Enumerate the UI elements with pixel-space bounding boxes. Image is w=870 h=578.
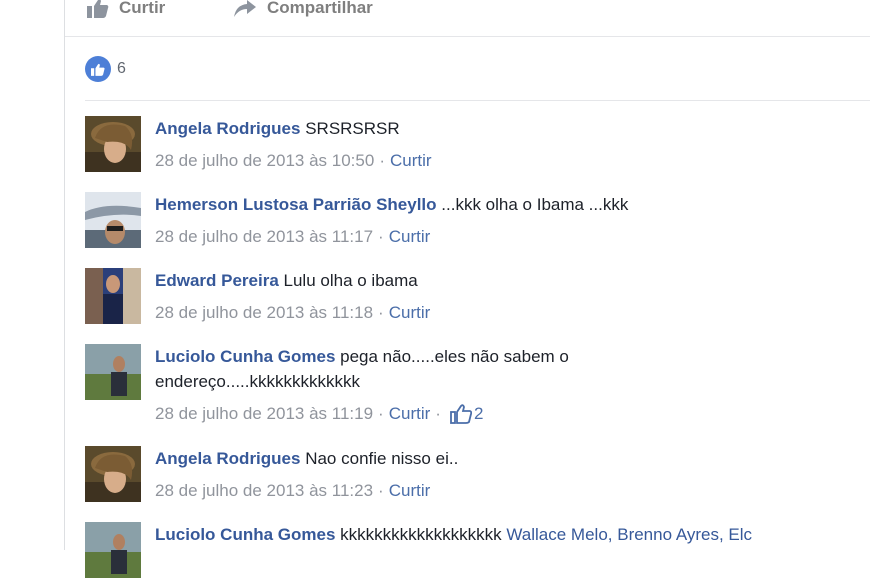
comment-like-link[interactable]: Curtir (389, 478, 431, 503)
avatar[interactable] (85, 268, 141, 324)
tagged-users[interactable]: Wallace Melo, Brenno Ayres, Elc (506, 525, 752, 544)
comment-text: ...kkk olha o Ibama ...kkk (441, 195, 629, 214)
thumbs-up-outline-icon (450, 403, 472, 424)
comment-text: kkkkkkkkkkkkkkkkkkk (340, 525, 502, 544)
comment-timestamp[interactable]: 28 de julho de 2013 às 10:50 (155, 148, 374, 173)
avatar[interactable] (85, 192, 141, 248)
comment-like-link[interactable]: Curtir (389, 300, 431, 325)
comment-timestamp[interactable]: 28 de julho de 2013 às 11:19 (155, 401, 373, 426)
comment-like-link[interactable]: Curtir (389, 224, 431, 249)
share-button-label: Compartilhar (267, 0, 373, 17)
thumbs-up-icon (87, 0, 109, 18)
meta-separator: · (435, 404, 441, 423)
share-arrow-icon (234, 0, 256, 17)
comment-author[interactable]: Edward Pereira (155, 271, 279, 290)
comment-text: SRSRSRSR (305, 119, 400, 138)
likes-count: 6 (117, 60, 126, 77)
avatar[interactable] (85, 116, 141, 172)
comment-author[interactable]: Hemerson Lustosa Parrião Sheyllo (155, 195, 437, 214)
comment-timestamp[interactable]: 28 de julho de 2013 às 11:17 (155, 224, 373, 249)
share-button[interactable]: Compartilhar (233, 0, 373, 18)
post-action-bar: Curtir Compartilhar (65, 0, 870, 37)
comment-timestamp[interactable]: 28 de julho de 2013 às 11:23 (155, 478, 373, 503)
like-button-label: Curtir (119, 0, 166, 17)
comment-text: Lulu olha o ibama (283, 271, 418, 290)
avatar[interactable] (85, 344, 141, 400)
like-badge-icon (85, 56, 111, 82)
comment-author[interactable]: Angela Rodrigues (155, 119, 300, 138)
meta-separator: · (378, 227, 384, 246)
meta-separator: · (378, 404, 384, 423)
comment-like-link[interactable]: Curtir (390, 148, 432, 173)
meta-separator: · (378, 481, 384, 500)
avatar[interactable] (85, 446, 141, 502)
comment-like-link[interactable]: Curtir (389, 401, 431, 426)
meta-separator: · (378, 303, 384, 322)
comment-author[interactable]: Angela Rodrigues (155, 449, 300, 468)
post-card: Curtir Compartilhar 6 Angela Rodrigues S… (64, 0, 870, 578)
avatar[interactable] (85, 522, 141, 578)
divider (85, 100, 870, 101)
comment-timestamp[interactable]: 28 de julho de 2013 às 11:18 (155, 300, 373, 325)
reaction-count: 2 (473, 404, 484, 423)
likes-summary[interactable]: 6 (85, 56, 126, 82)
comment-reactions[interactable]: 2 (450, 401, 483, 426)
comment-author[interactable]: Luciolo Cunha Gomes (155, 347, 335, 366)
comment-author[interactable]: Luciolo Cunha Gomes (155, 525, 335, 544)
comment-text: Nao confie nisso ei.. (305, 449, 459, 468)
like-button[interactable]: Curtir (87, 0, 165, 18)
meta-separator: · (379, 151, 385, 170)
